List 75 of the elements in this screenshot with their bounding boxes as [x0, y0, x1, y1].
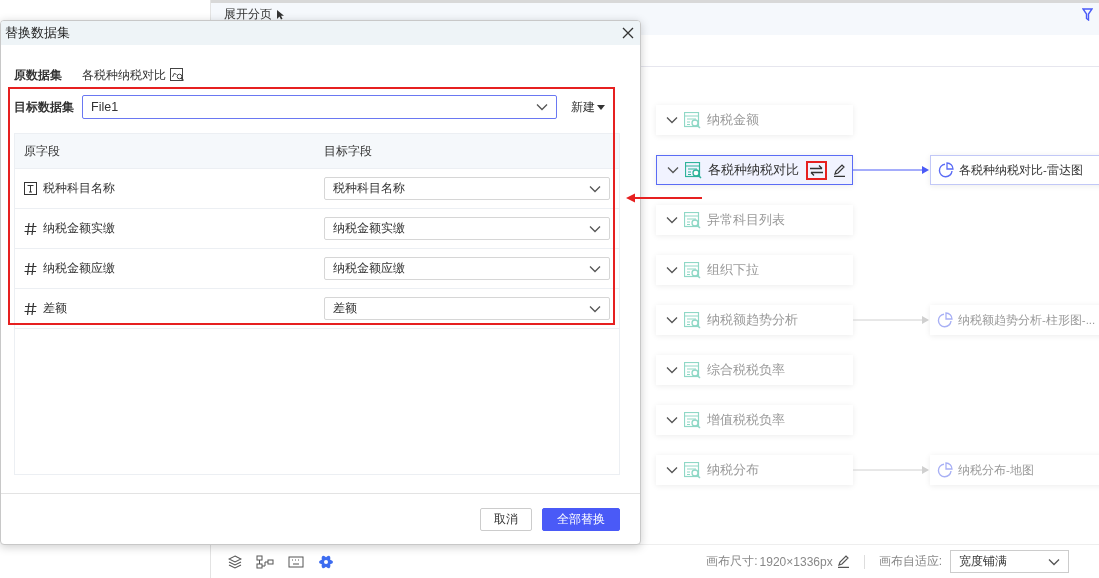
source-field-name: 税种科目名称 — [43, 180, 115, 197]
node-label: 异常科目列表 — [707, 211, 786, 229]
dataset-icon — [684, 261, 701, 279]
chart-node[interactable]: 各税种纳税对比-雷达图 — [930, 155, 1099, 185]
cancel-button[interactable]: 取消 — [480, 507, 532, 531]
dataset-icon — [684, 111, 701, 129]
node-label: 纳税分布-地图 — [958, 462, 1034, 478]
dataset-preview-icon[interactable] — [170, 68, 185, 82]
target-dataset-dropdown[interactable]: File1 — [82, 95, 557, 119]
text-type-icon — [24, 182, 37, 195]
target-field-dropdown[interactable]: 纳税金额实缴 — [324, 217, 610, 240]
pie-chart-icon — [938, 162, 954, 178]
number-type-icon — [24, 221, 37, 236]
dataset-icon — [684, 311, 701, 329]
pie-chart-icon — [937, 462, 953, 478]
node-label: 组织下拉 — [707, 261, 760, 279]
chevron-down-icon — [589, 184, 601, 193]
chevron-down-icon[interactable] — [666, 216, 678, 224]
new-dropdown-button[interactable]: 新建 — [571, 98, 605, 116]
chevron-down-icon[interactable] — [667, 166, 679, 174]
source-dataset-name: 各税种纳税对比 — [82, 66, 166, 84]
dataset-icon — [684, 411, 701, 429]
caret-icon — [597, 104, 605, 110]
chevron-down-icon[interactable] — [666, 266, 678, 274]
column-header: 原字段 — [24, 142, 60, 160]
node-label: 纳税额趋势分析-柱形图-... — [958, 312, 1096, 328]
header-text: 展开分页 — [224, 5, 272, 23]
chevron-down-icon — [589, 264, 601, 273]
pencil-icon[interactable] — [833, 163, 846, 177]
target-field-dropdown[interactable]: 差额 — [324, 297, 610, 320]
node-label: 综合税税负率 — [707, 361, 786, 379]
chevron-down-icon[interactable] — [666, 116, 678, 124]
dataset-icon — [684, 461, 701, 479]
dialog-title: 替换数据集 — [5, 24, 70, 42]
pie-chart-icon — [937, 312, 953, 328]
target-field-dropdown[interactable]: 纳税金额应缴 — [324, 257, 610, 280]
column-header: 目标字段 — [324, 142, 372, 160]
source-field-name: 纳税金额应缴 — [43, 260, 115, 277]
dataset-node[interactable]: 各税种纳税对比 — [656, 155, 853, 185]
cursor-icon — [276, 8, 284, 20]
chevron-down-icon[interactable] — [666, 316, 678, 324]
chevron-down-icon — [1048, 557, 1060, 566]
node-label: 各税种纳税对比-雷达图 — [959, 162, 1083, 178]
number-type-icon — [24, 261, 37, 276]
close-icon[interactable] — [622, 27, 634, 39]
chevron-down-icon[interactable] — [666, 366, 678, 374]
pencil-icon[interactable] — [836, 555, 850, 568]
source-field-name: 纳税金额实缴 — [43, 220, 115, 237]
fit-label: 画布自适应: — [878, 553, 942, 570]
node-label: 增值税税负率 — [707, 411, 786, 429]
fit-dropdown[interactable]: 宽度铺满 — [950, 550, 1069, 573]
chevron-down-icon — [589, 304, 601, 313]
field-label: 原数据集 — [14, 66, 63, 84]
node-label: 纳税金额 — [707, 111, 760, 129]
source-field-name: 差额 — [43, 300, 67, 317]
chevron-down-icon — [589, 224, 601, 233]
flower-icon[interactable] — [318, 553, 334, 570]
chevron-down-icon[interactable] — [666, 416, 678, 424]
dataset-icon — [685, 161, 702, 179]
target-field-dropdown[interactable]: 税种科目名称 — [324, 177, 610, 200]
field-label: 目标数据集 — [14, 98, 75, 116]
node-label: 纳税额趋势分析 — [707, 311, 799, 329]
canvas-size-label: 画布尺寸: — [706, 553, 758, 570]
filter-icon[interactable] — [1082, 7, 1093, 21]
layers-icon[interactable] — [228, 554, 242, 569]
replace-all-button[interactable]: 全部替换 — [542, 507, 620, 531]
chevron-down-icon — [536, 103, 548, 111]
flow-diagram-icon[interactable] — [256, 554, 274, 569]
number-type-icon — [24, 301, 37, 316]
node-label: 各税种纳税对比 — [708, 161, 800, 179]
canvas-size-value: 1920×1336px — [759, 554, 833, 569]
dataset-icon — [684, 211, 701, 229]
node-label: 纳税分布 — [707, 461, 760, 479]
chevron-down-icon[interactable] — [666, 466, 678, 474]
dataset-icon — [684, 361, 701, 379]
